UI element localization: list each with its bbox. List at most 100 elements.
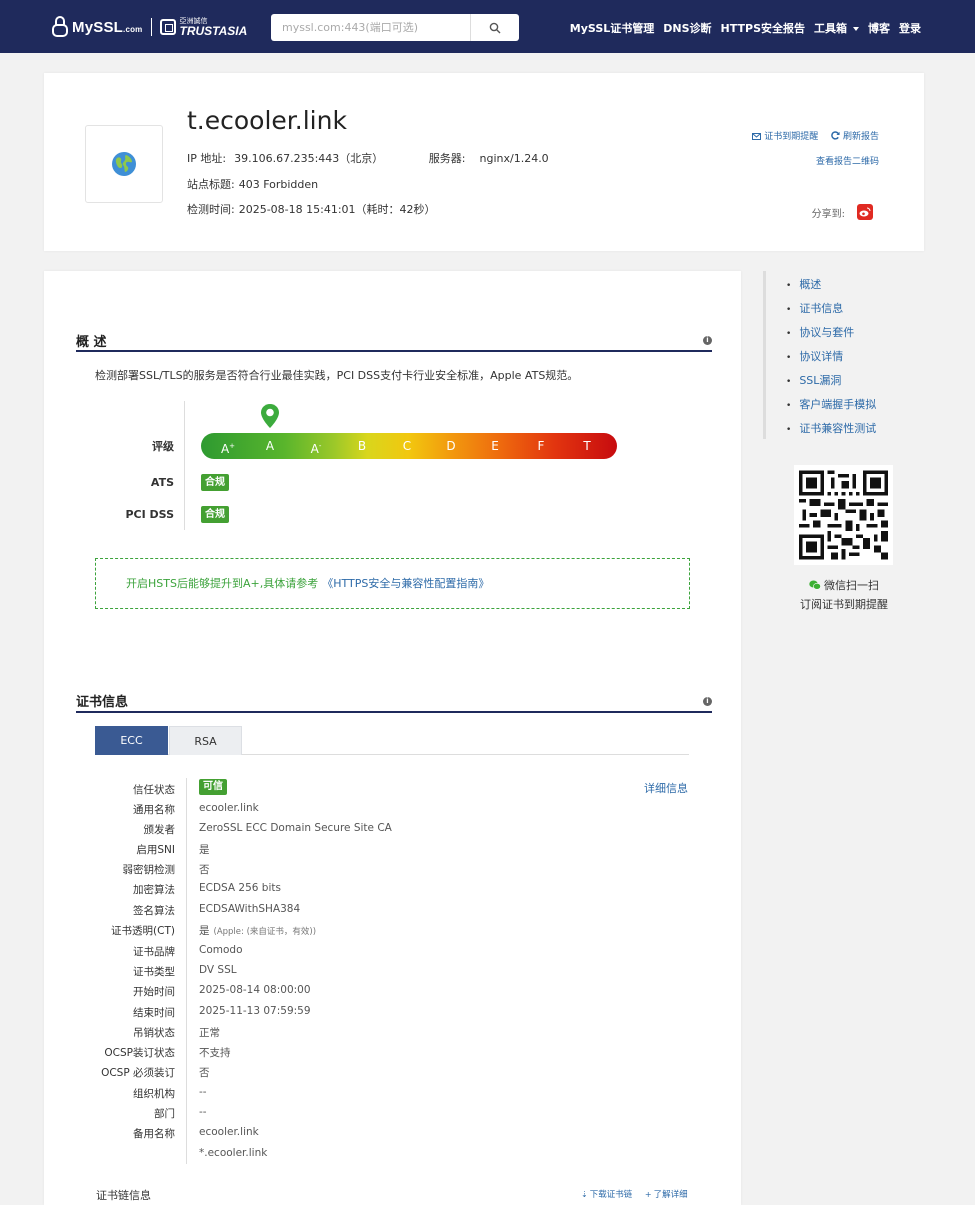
nav-toolbox-label: 工具箱 bbox=[814, 22, 847, 35]
grade-d: D bbox=[446, 439, 456, 453]
info-icon[interactable]: i bbox=[703, 697, 712, 706]
hsts-tip: 开启HSTS后能够提升到A+,具体请参考 《HTTPS安全与兼容性配置指南》 bbox=[95, 558, 690, 609]
share-row: 分享到: bbox=[812, 204, 873, 220]
sidebar-item-compat[interactable]: 证书兼容性测试 bbox=[786, 420, 876, 444]
row-value: -- bbox=[199, 1106, 207, 1118]
row-value: 不支持 bbox=[199, 1047, 231, 1059]
ip-value: 39.106.67.235:443（北京） bbox=[234, 152, 384, 165]
row-value: DV SSL bbox=[199, 964, 237, 976]
trustasia-icon bbox=[159, 19, 176, 35]
nav-login[interactable]: 登录 bbox=[899, 20, 921, 36]
sidebar-item-overview[interactable]: 概述 bbox=[786, 276, 876, 300]
title-row: 站点标题: 403 Forbidden bbox=[187, 176, 318, 192]
search-button[interactable] bbox=[471, 14, 519, 41]
refresh-icon bbox=[831, 131, 840, 140]
sidebar-item-protocol-details[interactable]: 协议详情 bbox=[786, 348, 876, 372]
refresh-report-link[interactable]: 刷新报告 bbox=[831, 131, 879, 142]
globe-icon bbox=[112, 152, 136, 176]
lock-icon bbox=[52, 16, 68, 38]
row-label: 部门 bbox=[154, 1108, 175, 1120]
download-icon: ⇣ bbox=[581, 1190, 588, 1199]
overview-desc: 检测部署SSL/TLS的服务是否符合行业最佳实践，PCI DSS支付卡行业安全标… bbox=[95, 369, 579, 382]
row-value: -- bbox=[199, 1086, 207, 1098]
row-label: 开始时间 bbox=[133, 986, 175, 998]
brand-suffix: .com bbox=[123, 24, 143, 34]
grade-a: A bbox=[265, 439, 275, 453]
report-main: 概 述 i 检测部署SSL/TLS的服务是否符合行业最佳实践，PCI DSS支付… bbox=[44, 271, 741, 1205]
chain-title: 证书链信息 bbox=[96, 1189, 151, 1202]
tab-ecc[interactable]: ECC bbox=[95, 726, 168, 755]
row-value: 2025-08-14 08:00:00 bbox=[199, 984, 311, 996]
weibo-share-button[interactable] bbox=[857, 204, 873, 220]
row-value: ECDSA 256 bits bbox=[199, 882, 281, 894]
search-input[interactable] bbox=[271, 14, 469, 41]
brand-name: MySSL bbox=[72, 18, 124, 36]
map-pin-icon bbox=[261, 404, 279, 428]
nav-https-report[interactable]: HTTPS安全报告 bbox=[721, 20, 805, 36]
grade-b: B bbox=[357, 439, 367, 453]
sidebar-item-cert[interactable]: 证书信息 bbox=[786, 300, 876, 324]
chain-links: ⇣ 下载证书链 + 了解详细 bbox=[581, 1188, 688, 1200]
cert-remind-link[interactable]: 证书到期提醒 bbox=[752, 132, 821, 142]
row-label: OCSP装订状态 bbox=[104, 1047, 175, 1059]
row-value: ecooler.link bbox=[199, 1126, 259, 1138]
ip-label: IP 地址: bbox=[187, 152, 227, 165]
pci-status-badge: 合规 bbox=[201, 506, 229, 523]
trust-status: 可信 bbox=[199, 779, 227, 795]
row-value: 是 bbox=[199, 844, 210, 856]
row-label: 加密算法 bbox=[133, 884, 175, 896]
sidebar-divider bbox=[763, 271, 766, 439]
logo-separator bbox=[150, 18, 152, 36]
row-label: 启用SNI bbox=[136, 844, 175, 856]
cert-divider bbox=[76, 711, 712, 713]
sidebar-nav: 概述 证书信息 协议与套件 协议详情 SSL漏洞 客户端握手模拟 证书兼容性测试 bbox=[786, 276, 876, 444]
cert-title: 证书信息 bbox=[76, 695, 129, 710]
nav-menu: MySSL证书管理 DNS诊断 HTTPS安全报告 工具箱 博客 登录 bbox=[561, 20, 921, 36]
info-icon[interactable]: i bbox=[703, 336, 712, 345]
sidebar-item-vulns[interactable]: SSL漏洞 bbox=[786, 372, 876, 396]
top-navbar: MySSL.com 亞洲誠信 TRUSTASIA MySSL证书管理 DNS诊断… bbox=[0, 0, 975, 53]
grade-a-plus: A+ bbox=[213, 433, 243, 459]
row-label: 吊销状态 bbox=[133, 1027, 175, 1039]
mail-icon bbox=[752, 132, 762, 140]
ct-note: (Apple: (来自证书，有效)) bbox=[213, 927, 317, 937]
nav-blog[interactable]: 博客 bbox=[868, 20, 890, 36]
report-domain: t.ecooler.link bbox=[187, 106, 347, 135]
logo[interactable]: MySSL.com 亞洲誠信 TRUSTASIA bbox=[52, 14, 247, 40]
report-header: t.ecooler.link IP 地址: 39.106.67.235:443（北… bbox=[44, 73, 924, 251]
qr-caption: 微信扫一扫 订阅证书到期提醒 bbox=[781, 576, 907, 614]
qr-caption-line2: 订阅证书到期提醒 bbox=[800, 598, 888, 611]
qr-code-icon bbox=[799, 470, 888, 560]
grade-divider bbox=[184, 401, 185, 530]
cert-detail-link[interactable]: 详细信息 bbox=[644, 780, 688, 796]
row-value: 否 bbox=[199, 1067, 210, 1079]
download-chain-link[interactable]: ⇣ 下载证书链 bbox=[581, 1190, 632, 1200]
sidebar-item-protocols[interactable]: 协议与套件 bbox=[786, 324, 876, 348]
row-label: 结束时间 bbox=[133, 1007, 175, 1019]
ct-value: 是 bbox=[199, 925, 210, 937]
tab-rsa[interactable]: RSA bbox=[169, 726, 242, 755]
report-qr-link[interactable]: 查看报告二维码 bbox=[816, 154, 879, 167]
cert-table-divider bbox=[186, 778, 187, 1164]
hsts-guide-link[interactable]: 《HTTPS安全与兼容性配置指南》 bbox=[322, 577, 489, 590]
cert-tabs: ECC RSA bbox=[95, 726, 689, 755]
wechat-qr-code bbox=[794, 465, 893, 565]
weibo-icon bbox=[859, 207, 871, 217]
trustasia-logo: 亞洲誠信 TRUSTASIA bbox=[180, 17, 248, 37]
row-value: ZeroSSL ECC Domain Secure Site CA bbox=[199, 822, 392, 834]
time-row: 检测时间: 2025-08-18 15:41:01（耗时：42秒） bbox=[187, 201, 436, 217]
row-label: 弱密钥检测 bbox=[122, 864, 176, 876]
grade-mark: + bbox=[229, 442, 236, 450]
learn-more-link[interactable]: + 了解详细 bbox=[645, 1190, 688, 1200]
row-value: ecooler.link bbox=[199, 802, 259, 814]
time-label: 检测时间: bbox=[187, 203, 235, 216]
sidebar-item-handshake[interactable]: 客户端握手模拟 bbox=[786, 396, 876, 420]
row-label: 通用名称 bbox=[133, 804, 175, 816]
nav-dns[interactable]: DNS诊断 bbox=[663, 20, 711, 36]
header-actions: 证书到期提醒 刷新报告 bbox=[742, 129, 879, 142]
learn-more-label: 了解详细 bbox=[653, 1190, 688, 1200]
nav-cert-manage[interactable]: MySSL证书管理 bbox=[570, 20, 654, 36]
row-label: 证书透明(CT) bbox=[111, 925, 175, 937]
row-label: 组织机构 bbox=[133, 1088, 175, 1100]
nav-toolbox[interactable]: 工具箱 bbox=[814, 20, 859, 36]
